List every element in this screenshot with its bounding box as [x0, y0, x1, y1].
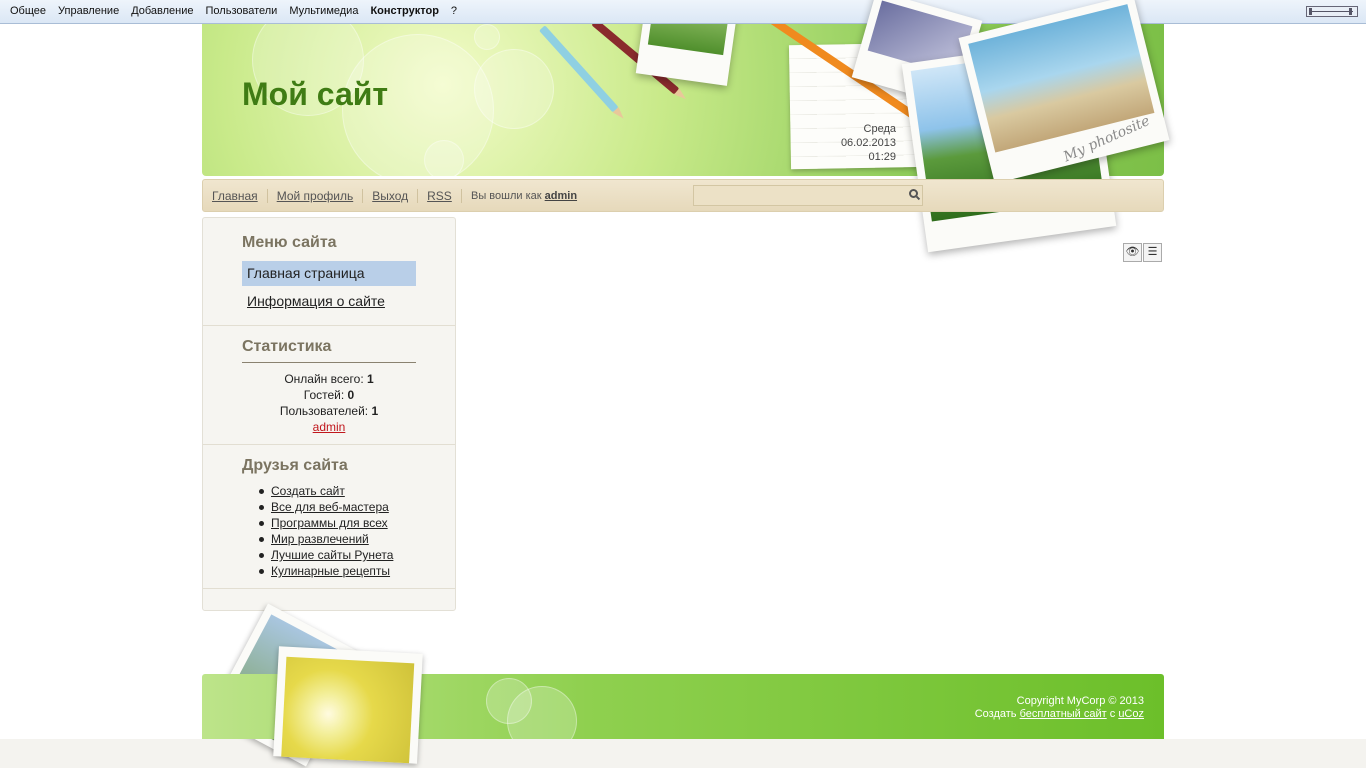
toolbar-resize-handle[interactable] [1306, 6, 1358, 17]
nav-profile-link[interactable]: Мой профиль [268, 189, 364, 203]
eye-icon[interactable]: 👁 [1123, 243, 1142, 262]
admin-toolbar: Общее Управление Добавление Пользователи… [0, 0, 1366, 24]
footer-text: Copyright MyCorp © 2013 Создать бесплатн… [975, 695, 1144, 721]
edit-list-icon[interactable]: ☰ [1143, 243, 1162, 262]
create-prefix: Создать [974, 708, 1017, 720]
stat-guests-label: Гостей: [303, 388, 345, 402]
sidebar: Меню сайта Главная страница Информация о… [202, 217, 456, 611]
stats-title: Статистика [242, 338, 332, 355]
admin-menu-constructor[interactable]: Конструктор [370, 5, 438, 17]
friend-link[interactable]: Все для веб-мастера [259, 500, 389, 514]
logged-in-label: Вы вошли как [471, 190, 542, 202]
friend-link[interactable]: Лучшие сайты Рунета [258, 548, 393, 562]
stats-block: Статистика Онлайн всего: 1 Гостей: 0 Пол… [203, 326, 455, 445]
nav-logout-link[interactable]: Выход [363, 189, 419, 203]
friend-link[interactable]: Кулинарные рецепты [258, 564, 390, 578]
stat-guests-value: 0 [347, 388, 355, 402]
pier-photo: My photosite [958, 0, 1170, 184]
online-user-link[interactable]: admin [313, 420, 346, 434]
friend-link[interactable]: Программы для всех [259, 516, 388, 530]
friends-block: Друзья сайта Создать сайт Все для веб-ма… [203, 445, 455, 589]
create-mid: с [1109, 708, 1116, 720]
search-box [693, 185, 923, 206]
stats-divider [242, 362, 416, 363]
create-line: Создать бесплатный сайт с uCoz [975, 708, 1144, 721]
decor-bubble [424, 140, 464, 176]
stat-guests: Гостей: 0 [242, 388, 416, 402]
daisy-photo [273, 646, 423, 764]
stat-online: Онлайн всего: 1 [242, 372, 416, 386]
site-menu-block: Меню сайта Главная страница Информация о… [203, 218, 455, 326]
friend-link[interactable]: Мир развлечений [259, 532, 369, 546]
stat-online-label: Онлайн всего: [284, 372, 364, 386]
date-time: Среда 06.02.2013 01:29 [822, 122, 896, 164]
free-site-link[interactable]: бесплатный сайт [1020, 708, 1107, 720]
site-title[interactable]: Мой сайт [242, 76, 388, 113]
nav-bar: Главная Мой профиль Выход RSS Вы вошли к… [202, 179, 1164, 212]
stat-online-value: 1 [367, 372, 374, 386]
photo-decoration [635, 24, 741, 86]
date: 06.02.2013 [840, 137, 896, 149]
nav-links: Главная Мой профиль Выход RSS [203, 189, 462, 203]
admin-menu-multimedia[interactable]: Мультимедиа [289, 5, 358, 17]
stat-users-label: Пользователей: [279, 404, 369, 418]
friend-link[interactable]: Создать сайт [259, 484, 345, 498]
nav-rss-link[interactable]: RSS [418, 189, 462, 203]
admin-menu-add[interactable]: Добавление [131, 5, 193, 17]
search-input[interactable] [694, 186, 902, 205]
admin-menu-users[interactable]: Пользователи [206, 5, 278, 17]
content-tools: 👁 ☰ [1123, 243, 1163, 262]
logged-in-user-link[interactable]: admin [545, 190, 577, 202]
stat-user-row: admin [242, 420, 416, 434]
ucoz-link[interactable]: uCoz [1118, 708, 1144, 720]
logged-in-status: Вы вошли как admin [471, 190, 577, 202]
decor-bubble [474, 49, 554, 129]
decor-bubble [474, 24, 500, 50]
stat-users-value: 1 [371, 404, 379, 418]
nav-home-link[interactable]: Главная [203, 189, 268, 203]
weekday: Среда [863, 123, 896, 135]
time: 01:29 [868, 151, 896, 163]
menu-item-about[interactable]: Информация о сайте [242, 289, 416, 314]
copyright: Copyright MyCorp © 2013 [1016, 695, 1144, 707]
site-menu-title: Меню сайта [242, 234, 337, 251]
admin-menu-help[interactable]: ? [451, 5, 457, 17]
admin-menu: Общее Управление Добавление Пользователи… [4, 5, 463, 17]
menu-item-home[interactable]: Главная страница [242, 261, 416, 286]
friends-title: Друзья сайта [242, 457, 348, 474]
search-icon[interactable] [909, 189, 918, 198]
admin-menu-management[interactable]: Управление [58, 5, 119, 17]
stat-users: Пользователей: 1 [242, 404, 416, 418]
admin-menu-general[interactable]: Общее [10, 5, 46, 17]
